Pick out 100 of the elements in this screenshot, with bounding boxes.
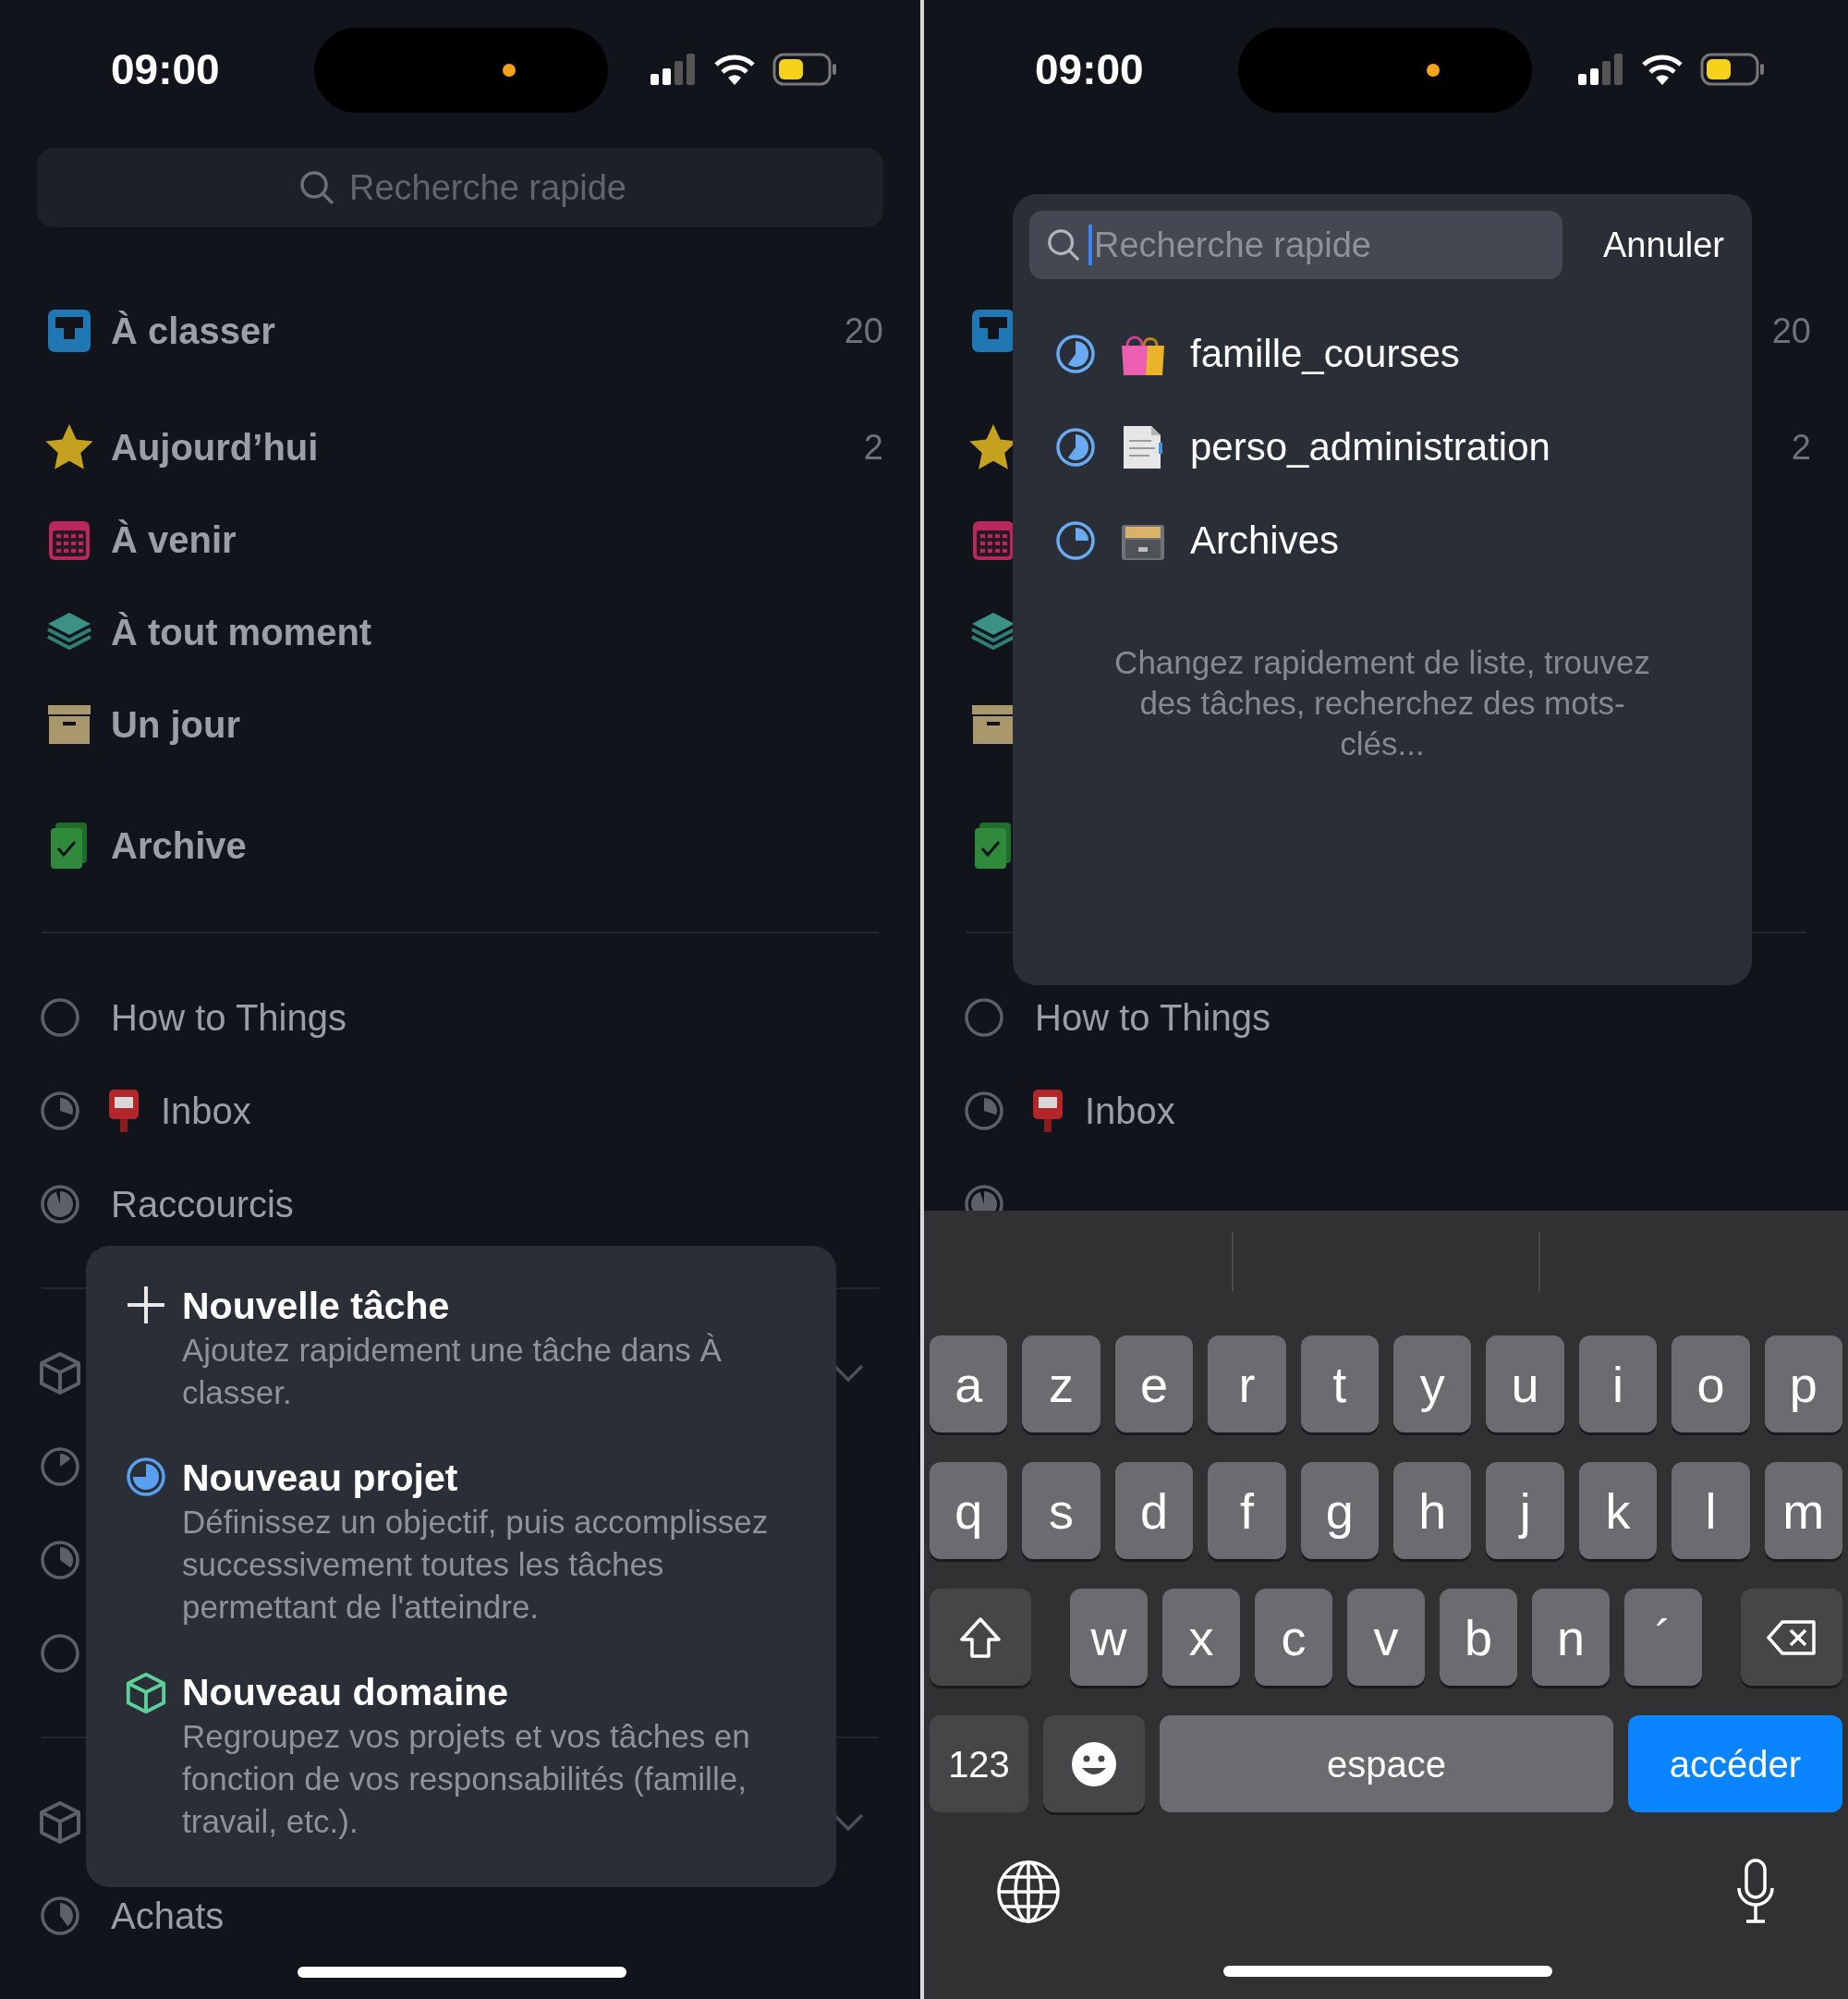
- keyboard-key[interactable]: p: [1764, 1335, 1843, 1432]
- keyboard-key[interactable]: ´: [1624, 1589, 1702, 1686]
- keyboard-key[interactable]: t: [1300, 1335, 1380, 1432]
- signal-icon: [650, 54, 697, 85]
- item-count: 20: [1771, 310, 1811, 352]
- project-item[interactable]: Inbox: [1085, 1082, 1175, 1139]
- menu-item-title: Nouveau projet: [182, 1456, 459, 1501]
- keyboard-key[interactable]: s: [1022, 1462, 1100, 1559]
- sidebar-item[interactable]: À tout moment: [111, 604, 372, 660]
- sidebar-item[interactable]: À classer: [111, 303, 275, 359]
- keyboard-key[interactable]: i: [1578, 1335, 1658, 1432]
- keyboard-key[interactable]: o: [1672, 1335, 1750, 1432]
- search-result[interactable]: perso_administration: [1029, 400, 1735, 494]
- result-label: Archives: [1190, 518, 1340, 564]
- shift-icon: [958, 1615, 1003, 1659]
- signal-icon: [1578, 54, 1624, 85]
- search-field[interactable]: Recherche rapide: [37, 148, 883, 227]
- sidebar-item[interactable]: Archive: [111, 818, 247, 873]
- keyboard-key[interactable]: w: [1070, 1589, 1148, 1686]
- keyboard-key[interactable]: e: [1114, 1335, 1194, 1432]
- emoji-key[interactable]: [1043, 1715, 1145, 1812]
- keyboard-key[interactable]: q: [930, 1462, 1008, 1559]
- battery-icon: [1700, 53, 1765, 86]
- search-result[interactable]: famille_courses: [1029, 307, 1735, 400]
- numbers-key[interactable]: 123: [930, 1715, 1028, 1812]
- project-progress-icon: [40, 1539, 80, 1580]
- keyboard-key[interactable]: y: [1393, 1335, 1472, 1432]
- project-progress-icon: [1055, 519, 1096, 561]
- menu-item-title: Nouveau domaine: [182, 1670, 510, 1715]
- menu-item-description: Regroupez vos projets et vos tâches en fonction de vos responsabilités (famille, travail, etc.).: [182, 1717, 751, 1841]
- project-item[interactable]: Inbox: [161, 1082, 251, 1139]
- text-cursor: [1088, 225, 1092, 265]
- progress-circle-icon: [126, 1457, 166, 1497]
- project-progress-icon: [40, 1445, 80, 1487]
- result-label: famille_courses: [1190, 331, 1460, 377]
- cancel-button[interactable]: Annuler: [1603, 218, 1724, 272]
- keyboard-key[interactable]: z: [1022, 1335, 1100, 1432]
- keyboard-key[interactable]: h: [1393, 1462, 1472, 1559]
- privacy-indicator-icon: [1427, 64, 1440, 77]
- search-icon: [298, 169, 335, 206]
- keyboard-key[interactable]: g: [1300, 1462, 1380, 1559]
- inbox-tray-icon: [46, 308, 92, 354]
- project-progress-icon: [40, 1090, 80, 1131]
- project-progress-icon: [40, 1632, 80, 1674]
- project-progress-icon: [964, 996, 1004, 1038]
- privacy-indicator-icon: [503, 64, 516, 77]
- project-item[interactable]: Raccourcis: [111, 1176, 294, 1232]
- project-item[interactable]: How to Things: [111, 989, 346, 1045]
- search-field[interactable]: Recherche rapide: [1029, 211, 1562, 279]
- search-result[interactable]: Archives: [1029, 494, 1735, 587]
- project-item[interactable]: How to Things: [1035, 989, 1270, 1045]
- project-progress-icon: [40, 996, 80, 1038]
- item-count: 2: [863, 426, 883, 469]
- status-time: 09:00: [111, 43, 221, 95]
- keyboard-key[interactable]: f: [1208, 1462, 1286, 1559]
- project-progress-icon: [1055, 426, 1096, 468]
- menu-item-description: Définissez un objectif, puis accomplissez successivement toutes les tâches permettant de l'atteindre.: [182, 1503, 770, 1627]
- search-icon: [1046, 227, 1081, 262]
- search-hint: Changez rapidement de liste, trouvez des tâches, recherchez des mots-clés...: [1114, 643, 1650, 763]
- result-label: perso_administration: [1190, 424, 1550, 470]
- space-key[interactable]: espace: [1160, 1715, 1613, 1812]
- sidebar-item[interactable]: Un jour: [111, 697, 240, 752]
- sidebar-item[interactable]: Aujourd’hui: [111, 420, 319, 475]
- menu-item[interactable]: Nouveau projet Définissez un objectif, puis accomplissez successivement toutes les tâches permettant de l'atteindre.: [123, 1455, 799, 1628]
- keyboard-key[interactable]: a: [930, 1335, 1008, 1432]
- item-count: 2: [1791, 426, 1811, 469]
- keyboard-key[interactable]: v: [1347, 1589, 1425, 1686]
- menu-item-description: Ajoutez rapidement une tâche dans À classer.: [182, 1331, 723, 1412]
- keyboard-key[interactable]: k: [1578, 1462, 1658, 1559]
- project-progress-icon: [40, 1183, 80, 1225]
- keyboard-key[interactable]: c: [1255, 1589, 1332, 1686]
- keyboard-key[interactable]: x: [1162, 1589, 1240, 1686]
- item-count: 20: [844, 310, 883, 352]
- sidebar-item[interactable]: À venir: [111, 512, 237, 567]
- project-item[interactable]: Achats: [111, 1887, 225, 1944]
- keyboard-key[interactable]: d: [1114, 1462, 1194, 1559]
- globe-icon[interactable]: [996, 1859, 1061, 1924]
- plus-icon: [126, 1285, 166, 1325]
- backspace-key[interactable]: [1741, 1589, 1842, 1686]
- wifi-icon: [713, 54, 756, 85]
- wifi-icon: [1641, 54, 1684, 85]
- microphone-icon[interactable]: [1735, 1859, 1776, 1925]
- status-time: 09:00: [1035, 43, 1145, 95]
- keyboard-key[interactable]: l: [1672, 1462, 1750, 1559]
- menu-item[interactable]: Nouveau domaine Regroupez vos projets et vos tâches en fonction de vos responsabilités (famille, travail, etc.).: [123, 1669, 799, 1843]
- go-key[interactable]: accéder: [1628, 1715, 1842, 1812]
- keyboard-key[interactable]: r: [1208, 1335, 1286, 1432]
- menu-item-title: Nouvelle tâche: [182, 1284, 451, 1329]
- box-icon: [37, 1349, 83, 1396]
- keyboard-key[interactable]: j: [1486, 1462, 1564, 1559]
- project-progress-icon: [1055, 333, 1096, 374]
- keyboard-key[interactable]: u: [1486, 1335, 1564, 1432]
- keyboard-key[interactable]: m: [1764, 1462, 1843, 1559]
- menu-item[interactable]: Nouvelle tâche Ajoutez rapidement une tâche dans À classer.: [123, 1283, 799, 1414]
- backspace-icon: [1766, 1618, 1818, 1656]
- box-icon: [124, 1671, 168, 1715]
- shift-key[interactable]: [930, 1589, 1031, 1686]
- keyboard-key[interactable]: n: [1532, 1589, 1610, 1686]
- keyboard-key[interactable]: b: [1440, 1589, 1517, 1686]
- battery-icon: [772, 53, 837, 86]
